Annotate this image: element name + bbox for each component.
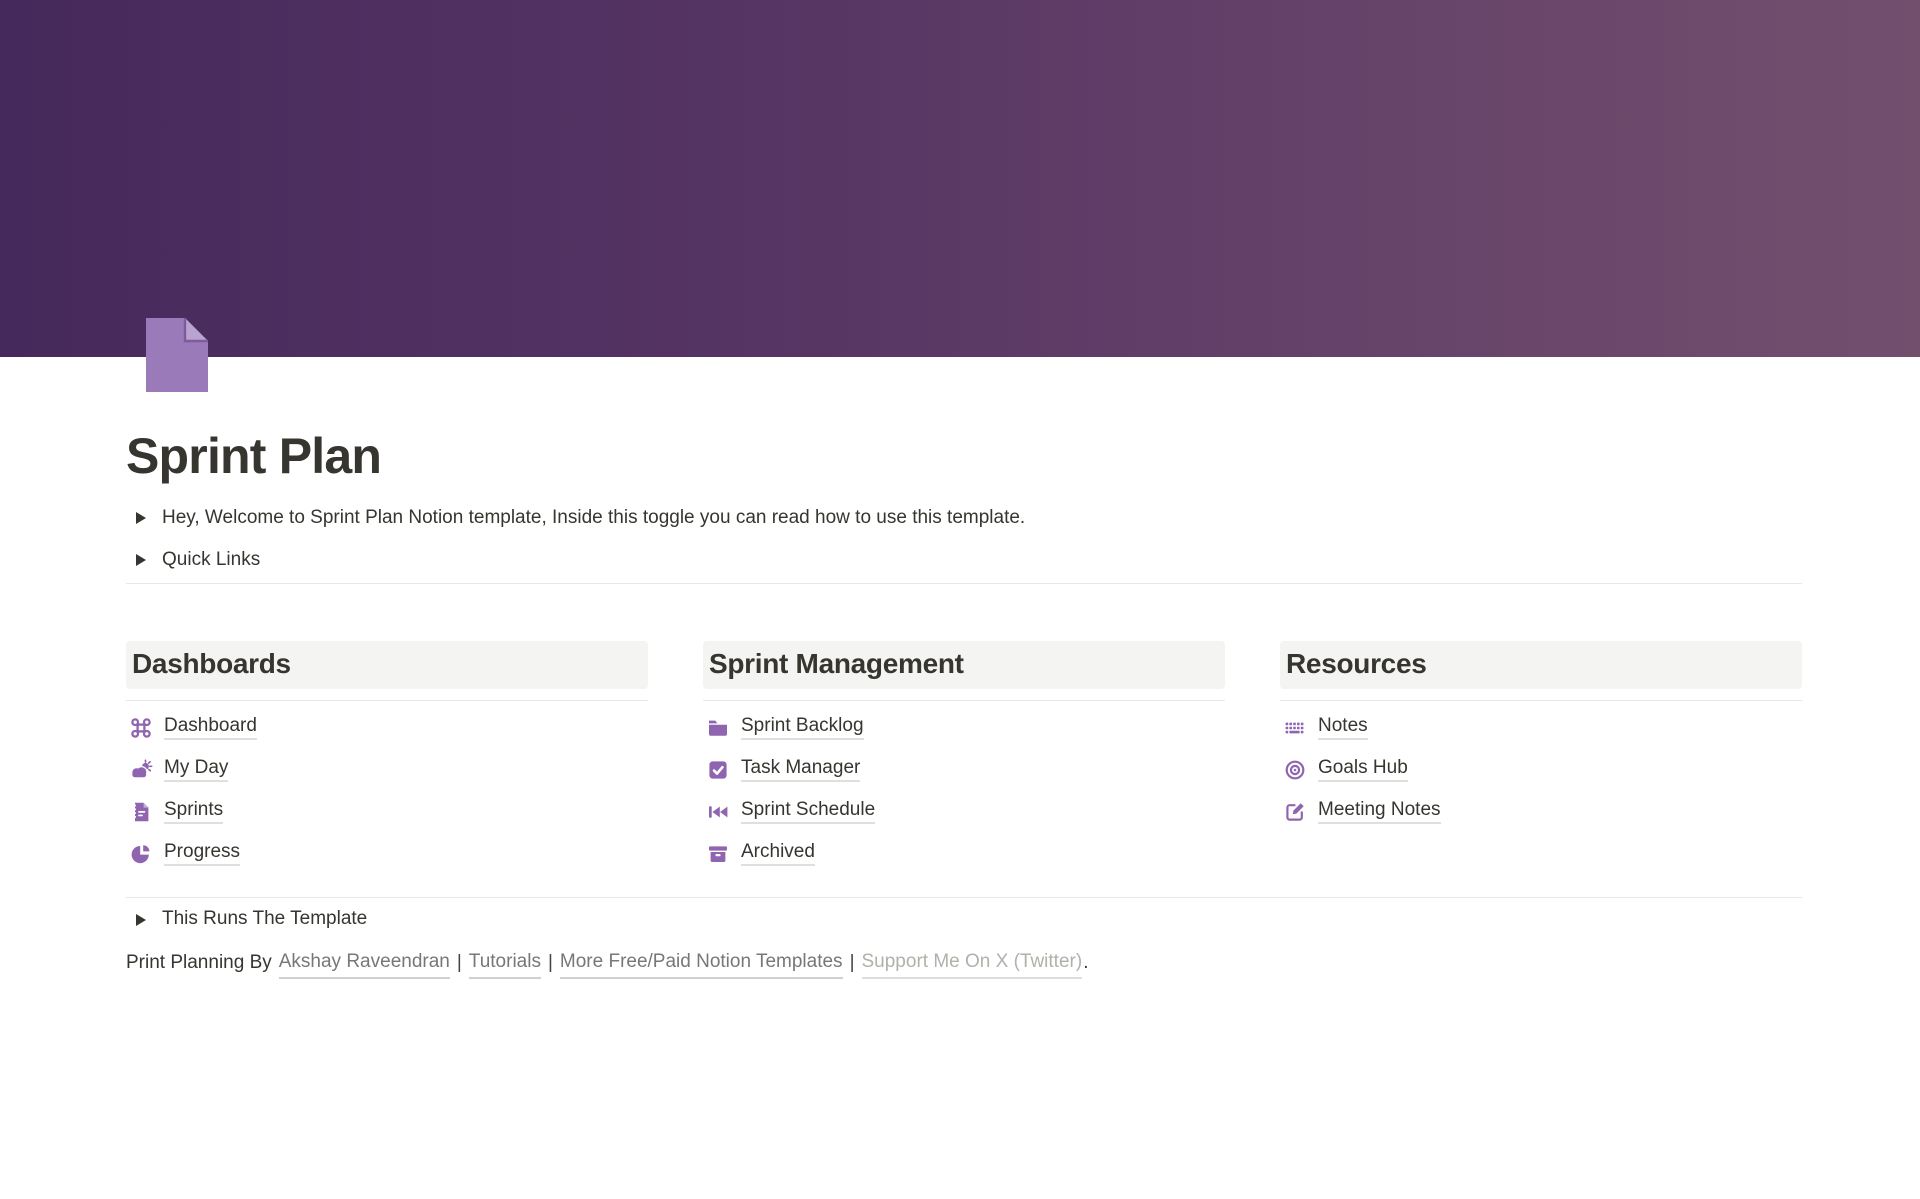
footer-link-author[interactable]: Akshay Raveendran [279, 948, 450, 979]
command-icon [129, 716, 153, 740]
toggle-triangle-icon[interactable] [129, 548, 153, 572]
page-document-icon [144, 316, 210, 394]
toggle-quick-links[interactable]: Quick Links [126, 540, 1802, 580]
column-divider [1280, 700, 1802, 701]
footer-credits: Print Planning By Akshay Raveendran | Tu… [126, 948, 1802, 979]
page-link-sprints[interactable]: Sprints [126, 791, 648, 833]
pipe-separator: | [457, 949, 462, 977]
footer-suffix: . [1083, 949, 1088, 977]
toggle-welcome[interactable]: Hey, Welcome to Sprint Plan Notion templ… [126, 498, 1802, 538]
sun-behind-cloud-icon [129, 758, 153, 782]
page-link-progress[interactable]: Progress [126, 833, 648, 875]
document-lines-icon [129, 800, 153, 824]
column-sprint-management: Sprint Management Sprint Backlog Task Ma… [703, 641, 1225, 875]
page-title[interactable]: Sprint Plan [126, 429, 1802, 484]
toggle-triangle-icon[interactable] [129, 506, 153, 530]
page-cover [0, 0, 1920, 357]
page-link-label: Dashboard [164, 715, 257, 740]
divider [126, 897, 1802, 898]
column-header-dashboards: Dashboards [126, 641, 648, 689]
keyboard-icon [1283, 716, 1307, 740]
page-link-meeting-notes[interactable]: Meeting Notes [1280, 791, 1802, 833]
toggle-triangle-icon[interactable] [129, 908, 153, 932]
archive-box-icon [706, 842, 730, 866]
footer-link-tutorials[interactable]: Tutorials [469, 948, 541, 979]
column-divider [703, 700, 1225, 701]
page-link-sprint-schedule[interactable]: Sprint Schedule [703, 791, 1225, 833]
page-link-goals-hub[interactable]: Goals Hub [1280, 749, 1802, 791]
folder-icon [706, 716, 730, 740]
page-link-sprint-backlog[interactable]: Sprint Backlog [703, 707, 1225, 749]
page-link-label: Goals Hub [1318, 757, 1408, 782]
link-columns: Dashboards Dashboard My Day Sprints Pro [126, 641, 1802, 875]
edit-icon [1283, 800, 1307, 824]
column-header-sprint-management: Sprint Management [703, 641, 1225, 689]
pipe-separator: | [548, 949, 553, 977]
page-icon[interactable] [144, 316, 210, 394]
page-link-archived[interactable]: Archived [703, 833, 1225, 875]
toggle-quick-links-text: Quick Links [162, 547, 260, 574]
toggle-this-runs-the-template[interactable]: This Runs The Template [126, 900, 1802, 940]
column-header-resources: Resources [1280, 641, 1802, 689]
toggle-welcome-text: Hey, Welcome to Sprint Plan Notion templ… [162, 505, 1025, 532]
page-link-my-day[interactable]: My Day [126, 749, 648, 791]
page-link-label: Notes [1318, 715, 1368, 740]
pipe-separator: | [850, 949, 855, 977]
target-icon [1283, 758, 1307, 782]
page-link-label: Archived [741, 841, 815, 866]
checkbox-icon [706, 758, 730, 782]
divider [126, 583, 1802, 584]
page-link-label: Task Manager [741, 757, 860, 782]
footer-link-templates[interactable]: More Free/Paid Notion Templates [560, 948, 843, 979]
page-link-label: Progress [164, 841, 240, 866]
page-link-label: Sprint Schedule [741, 799, 875, 824]
page-link-dashboard[interactable]: Dashboard [126, 707, 648, 749]
page-link-label: Meeting Notes [1318, 799, 1441, 824]
footer-prefix: Print Planning By [126, 949, 272, 977]
page-link-label: My Day [164, 757, 228, 782]
page-link-label: Sprints [164, 799, 223, 824]
page-link-label: Sprint Backlog [741, 715, 864, 740]
column-dashboards: Dashboards Dashboard My Day Sprints Pro [126, 641, 648, 875]
page-link-task-manager[interactable]: Task Manager [703, 749, 1225, 791]
column-resources: Resources Notes Goals Hub Meeting Notes [1280, 641, 1802, 875]
page-body: Sprint Plan Hey, Welcome to Sprint Plan … [126, 429, 1802, 979]
column-divider [126, 700, 648, 701]
footer-link-support[interactable]: Support Me On X (Twitter) [862, 948, 1083, 979]
pie-chart-icon [129, 842, 153, 866]
rewind-icon [706, 800, 730, 824]
toggle-runs-template-text: This Runs The Template [162, 906, 367, 933]
page-link-notes[interactable]: Notes [1280, 707, 1802, 749]
